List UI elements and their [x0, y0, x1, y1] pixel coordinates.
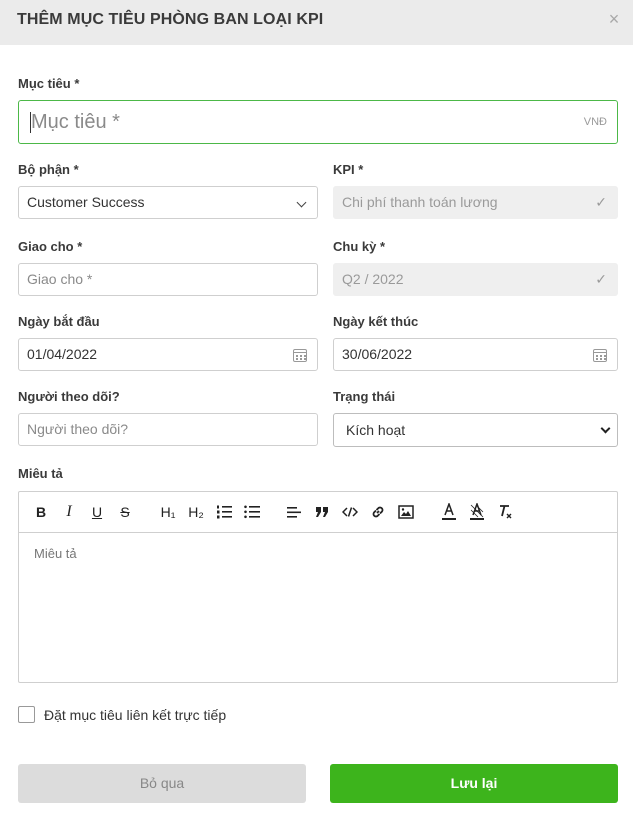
heading-2-icon[interactable]: H₂ [186, 502, 206, 522]
description-editor[interactable]: B I U S H₁ H₂ Miêu tả [18, 491, 618, 683]
code-icon[interactable] [341, 502, 359, 522]
department-select[interactable]: Customer Success [18, 186, 318, 219]
end-date-input[interactable]: 30/06/2022 [333, 338, 618, 371]
assign-label: Giao cho * [18, 239, 83, 254]
status-label: Trạng thái [333, 389, 396, 404]
goal-label: Mục tiêu * [18, 76, 80, 91]
italic-icon[interactable]: I [61, 502, 77, 522]
align-left-icon[interactable] [285, 502, 303, 522]
assign-input[interactable]: Giao cho * [18, 263, 318, 296]
kpi-field: Chi phí thanh toán lương ✓ [333, 186, 618, 219]
follower-placeholder: Người theo dõi? [27, 421, 129, 437]
dialog-header: THÊM MỤC TIÊU PHÒNG BAN LOẠI KPI × [0, 0, 633, 45]
bold-icon[interactable]: B [33, 502, 49, 522]
cancel-button[interactable]: Bỏ qua [18, 764, 306, 803]
save-button[interactable]: Lưu lại [330, 764, 618, 803]
strikethrough-icon[interactable]: S [117, 502, 133, 522]
status-value: Kích hoạt [346, 422, 406, 438]
direct-link-label[interactable]: Đặt mục tiêu liên kết trực tiếp [44, 707, 226, 723]
status-select[interactable]: Kích hoạt [333, 413, 618, 447]
check-icon: ✓ [595, 194, 607, 210]
cycle-label: Chu kỳ * [333, 239, 386, 254]
kpi-label: KPI * [333, 162, 364, 177]
check-icon: ✓ [595, 271, 607, 287]
heading-1-icon[interactable]: H₁ [158, 502, 178, 522]
quote-icon[interactable] [313, 502, 331, 522]
end-date-value: 30/06/2022 [342, 346, 413, 362]
description-placeholder: Miêu tả [34, 546, 77, 561]
image-icon[interactable] [397, 502, 415, 522]
start-date-label: Ngày bắt đầu [18, 314, 100, 329]
start-date-value: 01/04/2022 [27, 346, 98, 362]
goal-placeholder: Mục tiêu * [31, 111, 120, 133]
follower-label: Người theo dõi? [18, 389, 120, 404]
clear-format-icon[interactable] [496, 502, 514, 522]
currency-unit: VNĐ [583, 116, 607, 128]
department-label: Bộ phận * [18, 162, 79, 177]
end-date-label: Ngày kết thúc [333, 314, 419, 329]
department-value: Customer Success [27, 194, 145, 210]
description-label: Miêu tả [18, 466, 63, 481]
editor-toolbar: B I U S H₁ H₂ [19, 492, 617, 533]
follower-input[interactable]: Người theo dõi? [18, 413, 318, 446]
link-icon[interactable] [369, 502, 387, 522]
background-color-icon[interactable] [468, 501, 486, 522]
ordered-list-icon[interactable] [215, 502, 233, 522]
bullet-list-icon[interactable] [243, 502, 261, 522]
start-date-input[interactable]: 01/04/2022 [18, 338, 318, 371]
cycle-value: Q2 / 2022 [342, 271, 404, 287]
goal-input[interactable]: Mục tiêu * VNĐ [18, 100, 618, 144]
calendar-icon[interactable] [593, 349, 607, 362]
calendar-icon[interactable] [293, 349, 307, 362]
chevron-down-icon [600, 423, 611, 434]
dialog-title: THÊM MỤC TIÊU PHÒNG BAN LOẠI KPI [17, 11, 324, 28]
cycle-field: Q2 / 2022 ✓ [333, 263, 618, 296]
close-icon[interactable]: × [604, 9, 624, 29]
direct-link-checkbox[interactable] [18, 706, 35, 723]
chevron-down-icon [296, 197, 307, 208]
assign-placeholder: Giao cho * [27, 271, 93, 287]
font-color-icon[interactable] [440, 501, 458, 522]
underline-icon[interactable]: U [89, 502, 105, 522]
kpi-value: Chi phí thanh toán lương [342, 194, 498, 210]
